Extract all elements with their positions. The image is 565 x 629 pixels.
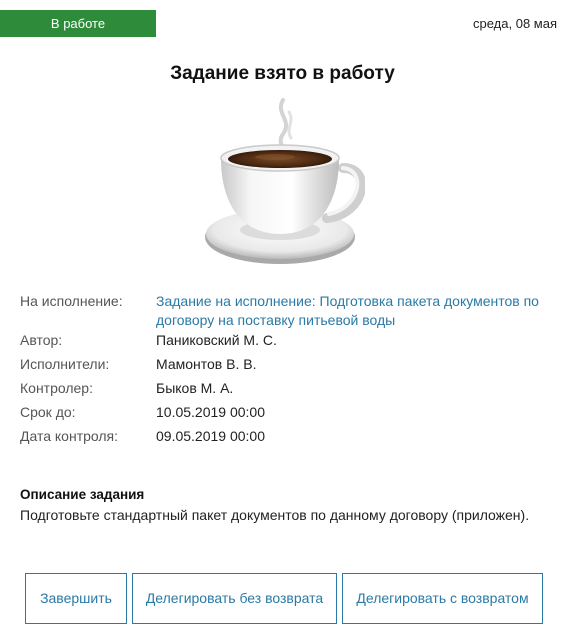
control-date-value: 09.05.2019 00:00 xyxy=(156,428,265,444)
task-label: На исполнение: xyxy=(20,293,123,309)
controller-label: Контролер: xyxy=(20,380,93,396)
description-title: Описание задания xyxy=(20,487,145,502)
task-link[interactable]: Задание на исполнение: Подготовка пакета… xyxy=(156,292,556,330)
finish-button[interactable]: Завершить xyxy=(25,573,127,624)
page-title: Задание взято в работу xyxy=(170,63,395,84)
controller-value: Быков М. А. xyxy=(156,380,234,396)
executors-value: Мамонтов В. В. xyxy=(156,356,257,372)
delegate-with-return-button[interactable]: Делегировать с возвратом xyxy=(342,573,543,624)
deadline-label: Срок до: xyxy=(20,404,76,420)
coffee-cup-icon xyxy=(205,98,365,264)
executors-label: Исполнители: xyxy=(20,356,110,372)
author-value: Паниковский М. С. xyxy=(156,332,277,348)
date-label: среда, 08 мая xyxy=(473,16,557,31)
description-text: Подготовьте стандартный пакет документов… xyxy=(20,507,530,523)
delegate-no-return-button[interactable]: Делегировать без возврата xyxy=(132,573,337,624)
author-label: Автор: xyxy=(20,332,63,348)
deadline-value: 10.05.2019 00:00 xyxy=(156,404,265,420)
status-badge: В работе xyxy=(0,10,156,37)
control-date-label: Дата контроля: xyxy=(20,428,119,444)
